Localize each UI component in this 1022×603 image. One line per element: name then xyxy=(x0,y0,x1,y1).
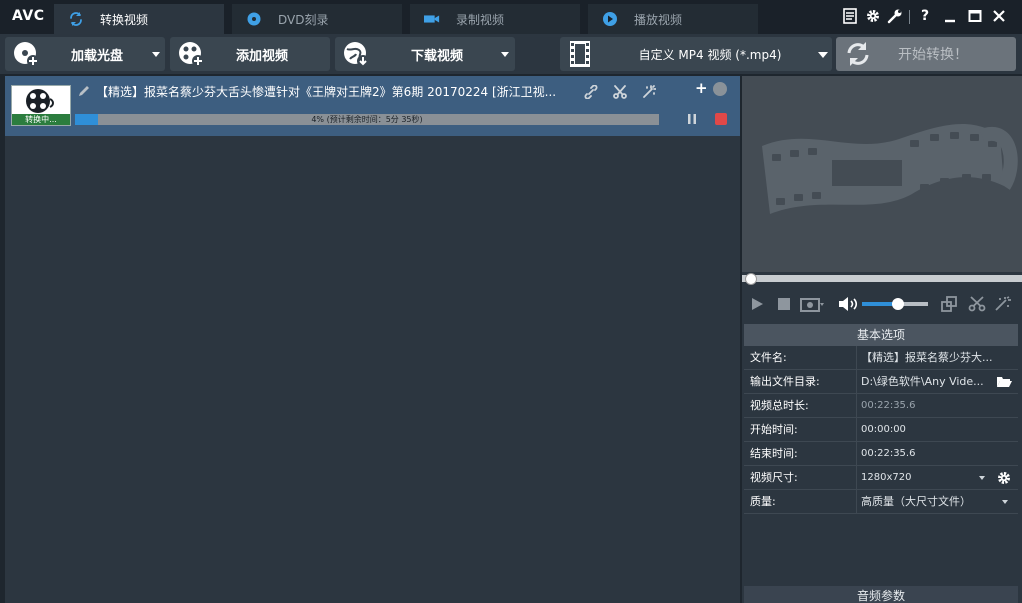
tab-label: 播放视频 xyxy=(634,12,683,27)
toolbar: 加载光盘 添加视频 下载视频 自定义 MP4 视频 (*.mp4) 开始转换！ xyxy=(0,34,1022,74)
convert-refresh-icon xyxy=(847,42,869,66)
snapshot-camera-icon[interactable] xyxy=(800,296,826,312)
start-convert-button[interactable]: 开始转换！ xyxy=(836,37,1016,71)
audio-options-header[interactable]: 音频参数 xyxy=(744,586,1018,603)
app-window: { "app": {"logo": "AVC"}, "tabs": [ {"la… xyxy=(0,0,1022,603)
document-icon[interactable] xyxy=(840,6,860,26)
video-preview xyxy=(742,76,1022,272)
help-icon[interactable]: ? xyxy=(915,6,935,26)
progress-text: 4% (预计剩余时间：5分 35秒) xyxy=(311,115,423,124)
prop-value: 00:22:35.6 xyxy=(856,442,1018,465)
download-video-button[interactable]: 下载视频 xyxy=(335,37,515,71)
prop-value: 【精选】报菜名蔡少芬大... xyxy=(856,346,1018,369)
prop-key: 文件名: xyxy=(750,351,787,364)
job-title: 【精选】报菜名蔡少芬大舌头惨遭针对《王牌对王牌2》第6期 20170224 [浙… xyxy=(96,85,557,99)
tab-dvd-burn[interactable]: DVD刻录 xyxy=(232,4,402,34)
start-convert-label: 开始转换！ xyxy=(898,47,968,63)
prop-key: 质量: xyxy=(750,495,776,508)
prop-row-quality[interactable]: 质量: 高质量（大尺寸文件） xyxy=(744,490,1018,514)
film-reel-icon xyxy=(26,89,54,113)
prop-value: 1280x720 xyxy=(856,466,986,489)
seek-bar[interactable] xyxy=(742,275,1022,282)
output-format-value: 自定义 MP4 视频 (*.mp4) xyxy=(638,47,782,62)
conversion-progress: 4% (预计剩余时间：5分 35秒) xyxy=(75,114,659,125)
disc-icon xyxy=(246,11,262,27)
tab-play-video[interactable]: 播放视频 xyxy=(588,4,758,34)
film-reel-add-icon xyxy=(179,42,204,67)
basic-options-panel: 基本选项 文件名: 【精选】报菜名蔡少芬大... 输出文件目录: D:\绿色软件… xyxy=(744,324,1018,603)
minimize-icon[interactable] xyxy=(940,6,960,26)
list-item[interactable]: 转换中... 【精选】报菜名蔡少芬大舌头惨遭针对《王牌对王牌2》第6期 2017… xyxy=(5,76,740,136)
chevron-down-icon[interactable] xyxy=(501,52,509,57)
add-video-label: 添加视频 xyxy=(235,48,288,64)
scissors-icon[interactable] xyxy=(613,85,627,99)
prop-row-end-time[interactable]: 结束时间: 00:22:35.6 xyxy=(744,442,1018,466)
camera-icon xyxy=(424,11,440,27)
wrench-icon[interactable] xyxy=(885,6,905,26)
chevron-down-icon[interactable] xyxy=(152,52,160,57)
chevron-down-icon[interactable] xyxy=(979,476,985,480)
conversion-status: 转换中... xyxy=(12,114,70,125)
pencil-icon[interactable] xyxy=(77,84,91,98)
scissors-icon[interactable] xyxy=(968,296,986,312)
status-dot-icon xyxy=(713,82,727,96)
add-icon[interactable]: + xyxy=(695,79,708,97)
app-logo: AVC xyxy=(12,8,45,24)
chevron-down-icon[interactable] xyxy=(818,52,828,58)
prop-value: D:\绿色软件\Any Vide... xyxy=(856,370,996,393)
globe-download-icon xyxy=(344,42,369,67)
prop-value: 00:00:00 xyxy=(856,418,1018,441)
tab-label: DVD刻录 xyxy=(278,12,329,27)
add-video-button[interactable]: 添加视频 xyxy=(170,37,330,71)
seek-handle[interactable] xyxy=(745,273,757,285)
prop-row-output-dir[interactable]: 输出文件目录: D:\绿色软件\Any Vide... xyxy=(744,370,1018,394)
stop-icon[interactable] xyxy=(715,113,727,125)
tab-label: 录制视频 xyxy=(456,12,505,27)
play-icon[interactable] xyxy=(748,296,766,312)
gear-icon[interactable] xyxy=(996,470,1012,486)
tab-record-video[interactable]: 录制视频 xyxy=(410,4,580,34)
maximize-icon[interactable] xyxy=(965,6,985,26)
prop-key: 结束时间: xyxy=(750,447,798,460)
prop-row-video-size[interactable]: 视频尺寸: 1280x720 xyxy=(744,466,1018,490)
volume-handle[interactable] xyxy=(892,298,905,310)
title-divider xyxy=(909,10,910,24)
effects-wand-icon[interactable] xyxy=(994,296,1012,312)
video-thumbnail: 转换中... xyxy=(11,85,71,126)
prop-value: 00:22:35.6 xyxy=(856,394,1018,417)
tab-label: 转换视频 xyxy=(100,12,149,27)
prop-row-filename[interactable]: 文件名: 【精选】报菜名蔡少芬大... xyxy=(744,346,1018,370)
prop-row-duration[interactable]: 视频总时长: 00:22:35.6 xyxy=(744,394,1018,418)
play-circle-icon xyxy=(602,11,618,27)
pause-icon[interactable] xyxy=(685,112,699,126)
load-disc-button[interactable]: 加载光盘 xyxy=(5,37,165,71)
close-icon[interactable] xyxy=(989,6,1009,26)
chevron-down-icon[interactable] xyxy=(1002,500,1008,504)
stop-icon[interactable] xyxy=(775,296,793,312)
effects-wand-icon[interactable] xyxy=(642,85,656,99)
download-video-label: 下载视频 xyxy=(410,48,463,64)
output-format-select[interactable]: 自定义 MP4 视频 (*.mp4) xyxy=(560,37,832,71)
prop-row-start-time[interactable]: 开始时间: 00:00:00 xyxy=(744,418,1018,442)
prop-key: 视频总时长: xyxy=(750,399,809,412)
tab-convert-video[interactable]: 转换视频 xyxy=(54,4,224,34)
basic-options-header[interactable]: 基本选项 xyxy=(744,324,1018,346)
prop-value: 高质量（大尺寸文件） xyxy=(856,490,1006,513)
volume-icon[interactable] xyxy=(838,296,860,312)
load-disc-label: 加载光盘 xyxy=(70,48,123,64)
prop-key: 开始时间: xyxy=(750,423,798,436)
link-icon[interactable] xyxy=(584,85,598,99)
external-player-icon[interactable] xyxy=(940,296,958,312)
refresh-icon xyxy=(68,11,84,27)
film-strip-placeholder-icon xyxy=(762,123,1018,214)
gear-icon[interactable] xyxy=(863,6,883,26)
folder-open-icon[interactable] xyxy=(996,375,1012,388)
title-bar: AVC 转换视频 DVD刻录 录制视频 播放视频 ? xyxy=(0,0,1022,34)
prop-key: 输出文件目录: xyxy=(750,375,820,388)
film-strip-icon xyxy=(570,41,590,67)
disc-add-icon xyxy=(14,42,39,67)
right-panel: 基本选项 文件名: 【精选】报菜名蔡少芬大... 输出文件目录: D:\绿色软件… xyxy=(742,76,1022,603)
prop-key: 视频尺寸: xyxy=(750,471,798,484)
job-list: 转换中... 【精选】报菜名蔡少芬大舌头惨遭针对《王牌对王牌2》第6期 2017… xyxy=(5,76,740,603)
